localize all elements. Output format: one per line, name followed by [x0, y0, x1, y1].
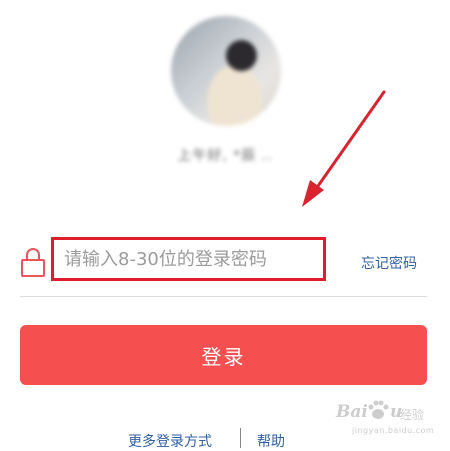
- lock-icon: [21, 248, 45, 277]
- login-button[interactable]: 登录: [20, 325, 427, 385]
- watermark-url: jingyan.baidu.com: [352, 426, 435, 435]
- password-input[interactable]: [54, 240, 323, 278]
- footer-divider: [240, 428, 241, 448]
- greeting-text: 上午好, *辰 ..: [177, 148, 273, 164]
- watermark-cn: 经验: [400, 408, 425, 422]
- password-field-highlight: [51, 237, 326, 281]
- forgot-password-link[interactable]: 忘记密码: [361, 253, 417, 273]
- avatar[interactable]: [171, 16, 281, 126]
- paw-icon: [368, 400, 389, 419]
- watermark-brand: Bai: [336, 402, 368, 422]
- baidu-watermark: Bai u 经验 jingyan.baidu.com: [336, 396, 448, 438]
- help-link[interactable]: 帮助: [257, 431, 285, 451]
- input-underline: [20, 296, 427, 297]
- more-login-methods-link[interactable]: 更多登录方式: [128, 431, 212, 451]
